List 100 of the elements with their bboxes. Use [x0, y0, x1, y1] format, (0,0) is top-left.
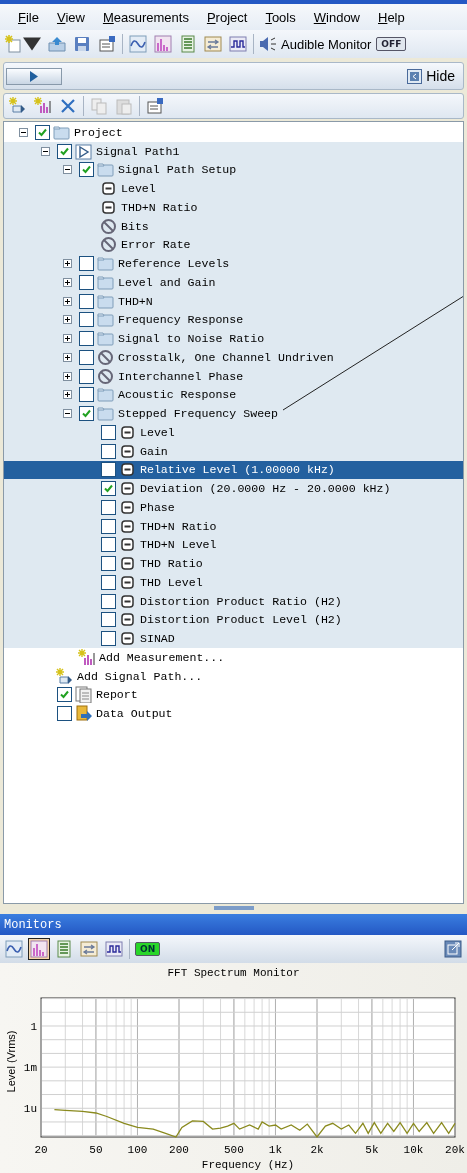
folder-icon [97, 405, 114, 423]
tree-item[interactable]: Data Output [4, 704, 463, 723]
expander-icon[interactable] [62, 165, 72, 175]
prohibited-icon [97, 348, 114, 366]
expander-icon[interactable] [40, 146, 50, 156]
checkbox[interactable] [57, 706, 72, 722]
x-axis-label: Frequency (Hz) [201, 1159, 295, 1171]
checkbox[interactable] [79, 312, 94, 328]
add-icon [78, 648, 95, 666]
audible-monitor-label: Audible Monitor [281, 36, 372, 52]
tree-item[interactable]: Level [4, 423, 463, 442]
level-meter-button[interactable] [54, 939, 74, 959]
tree-item[interactable]: Level and Gain [4, 273, 463, 292]
checkbox[interactable] [57, 143, 72, 159]
spectrum-button[interactable] [153, 34, 173, 54]
expander-icon[interactable] [62, 259, 72, 269]
save-button[interactable] [72, 34, 92, 54]
menu-item[interactable]: View [48, 7, 93, 27]
tree-item[interactable]: Signal to Noise Ratio [4, 329, 463, 348]
waveform-button[interactable] [4, 939, 24, 959]
folder-icon [97, 273, 114, 291]
checkbox[interactable] [79, 387, 94, 403]
tree-item[interactable]: Stepped Frequency Sweep [4, 404, 463, 423]
tree-item[interactable]: Deviation (20.0000 Hz - 20.0000 kHz) [4, 479, 463, 498]
measurement-icon [119, 573, 136, 591]
checkbox[interactable] [101, 593, 116, 609]
expander-icon[interactable] [62, 315, 72, 325]
measurement-icon [119, 498, 136, 516]
tree-item[interactable]: THD+N Ratio [4, 198, 463, 217]
checkbox[interactable] [101, 556, 116, 572]
monitor-toggle[interactable]: ON [135, 942, 161, 956]
properties-button[interactable] [97, 34, 117, 54]
tree-item[interactable]: Project [4, 123, 463, 142]
menu-item[interactable]: Measurements [94, 7, 197, 27]
checkbox[interactable] [79, 331, 94, 347]
tree-item[interactable]: Add Signal Path... [4, 666, 463, 686]
menu-item[interactable]: Window [305, 7, 368, 27]
checkbox[interactable] [101, 574, 116, 590]
expander-icon[interactable] [62, 409, 72, 419]
tree-item[interactable]: THD Ratio [4, 554, 463, 573]
undock-button[interactable] [443, 939, 463, 959]
run-button[interactable] [6, 67, 62, 85]
swap-button[interactable] [79, 939, 99, 959]
checkbox[interactable] [79, 293, 94, 309]
tree-item[interactable]: Phase [4, 498, 463, 517]
menu-item[interactable]: Help [370, 7, 413, 27]
checkbox[interactable] [79, 349, 94, 365]
add-signal-path-button[interactable] [8, 96, 28, 116]
expander-icon[interactable] [62, 371, 72, 381]
checkbox[interactable] [101, 481, 116, 497]
tree-item[interactable]: SINAD [4, 629, 463, 648]
waveform-button[interactable] [128, 34, 148, 54]
tree-item[interactable]: Report [4, 685, 463, 705]
tree-item[interactable]: Signal Path1 [4, 141, 463, 161]
checkbox[interactable] [101, 631, 116, 647]
new-button[interactable] [4, 34, 42, 54]
menu-item[interactable]: Tools [257, 7, 304, 27]
tree-item[interactable]: Reference Levels [4, 254, 463, 273]
tree-item[interactable]: THD Level [4, 573, 463, 592]
checkbox[interactable] [57, 687, 72, 703]
expander-icon[interactable] [18, 127, 28, 137]
checkbox[interactable] [79, 274, 94, 290]
audible-monitor-toggle[interactable]: OFF [376, 37, 407, 51]
square-wave-button[interactable] [104, 939, 124, 959]
folder-icon [97, 386, 114, 404]
level-meter-button[interactable] [178, 34, 198, 54]
checkbox[interactable] [101, 443, 116, 459]
open-button[interactable] [47, 34, 67, 54]
add-measurement-button[interactable] [33, 96, 53, 116]
splitter-handle[interactable] [213, 906, 254, 910]
tree-item[interactable]: Level [4, 179, 463, 198]
swap-button[interactable] [203, 34, 223, 54]
checkbox[interactable] [101, 499, 116, 515]
hide-button[interactable]: Hide [401, 67, 461, 85]
spectrum-button[interactable] [29, 939, 49, 959]
checkbox[interactable] [79, 162, 94, 178]
menu-item[interactable]: File [10, 7, 47, 27]
expander-icon[interactable] [62, 277, 72, 287]
checkbox[interactable] [101, 537, 116, 553]
checkbox[interactable] [101, 424, 116, 440]
expander-icon[interactable] [62, 334, 72, 344]
measurement-icon [119, 536, 136, 554]
x-tick-label: 20k [445, 1144, 465, 1156]
checkbox[interactable] [35, 124, 50, 140]
properties-button[interactable] [145, 96, 165, 116]
panel-title: Monitors [0, 914, 467, 935]
checkbox[interactable] [101, 462, 116, 478]
tree-item[interactable]: Add Measurement... [4, 648, 463, 667]
expander-icon[interactable] [62, 296, 72, 306]
menu-item[interactable]: Project [198, 7, 256, 27]
square-wave-button[interactable] [228, 34, 248, 54]
tree-item[interactable]: Crosstalk, One Channel Undriven [4, 348, 463, 367]
expander-icon[interactable] [62, 352, 72, 362]
checkbox[interactable] [101, 518, 116, 534]
checkbox[interactable] [79, 256, 94, 272]
expander-icon[interactable] [62, 390, 72, 400]
checkbox[interactable] [79, 406, 94, 422]
checkbox[interactable] [79, 368, 94, 384]
measurement-icon [119, 423, 136, 441]
checkbox[interactable] [101, 612, 116, 628]
